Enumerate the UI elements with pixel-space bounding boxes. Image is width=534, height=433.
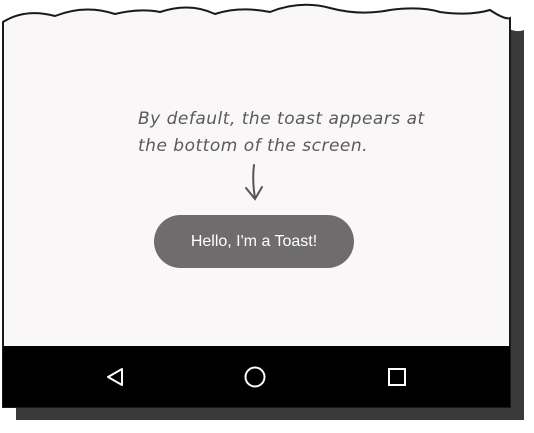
circle-home-icon — [244, 366, 266, 387]
annotation-text: By default, the toast appears at the bot… — [138, 106, 425, 160]
nav-home-button[interactable] — [225, 346, 285, 407]
annotation-line-2: the bottom of the screen. — [138, 136, 369, 156]
toast-message: Hello, I'm a Toast! — [154, 215, 354, 268]
nav-back-button[interactable] — [85, 346, 145, 407]
triangle-back-icon — [107, 367, 123, 386]
nav-recents-button[interactable] — [367, 346, 427, 407]
phone-screen-cutout: By default, the toast appears at the bot… — [0, 0, 534, 433]
square-recents-icon — [388, 367, 406, 386]
annotation-line-1: By default, the toast appears at — [138, 109, 425, 129]
system-navigation-bar — [3, 346, 510, 407]
